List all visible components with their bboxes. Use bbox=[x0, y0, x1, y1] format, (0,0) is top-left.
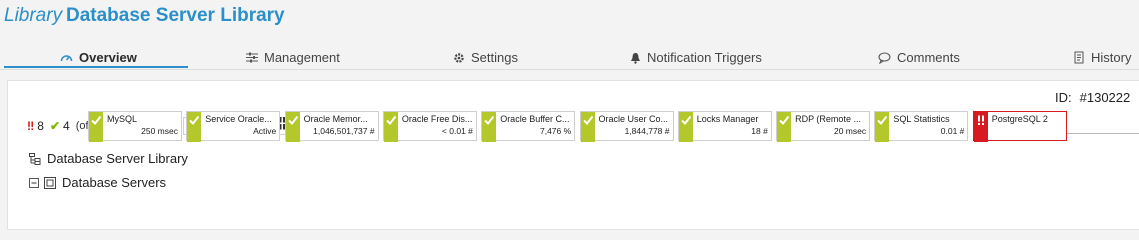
sensor-tile[interactable]: RDP (Remote ... 20 msec bbox=[776, 111, 871, 142]
tab-comments[interactable]: Comments bbox=[878, 50, 960, 65]
sensor-name: Locks Manager bbox=[696, 114, 759, 124]
group-icon bbox=[44, 176, 56, 189]
page-title-prefix: Library bbox=[4, 5, 63, 26]
sensor-value: 1,046,501,737 # bbox=[313, 126, 375, 136]
sensor-up-indicator bbox=[383, 112, 398, 142]
bell-icon bbox=[630, 52, 641, 64]
object-id-value: #130222 bbox=[1079, 90, 1131, 105]
sensor-value: 250 msec bbox=[141, 126, 178, 136]
sensor-tile[interactable]: MySQL 250 msec bbox=[88, 111, 182, 142]
sensor-tile[interactable]: Oracle Buffer C... 7,476 % bbox=[481, 111, 576, 142]
sensor-name: Oracle Memor... bbox=[303, 114, 368, 124]
tree-group-label: Database Servers bbox=[62, 175, 167, 190]
tree-root-row[interactable]: Database Server Library bbox=[29, 151, 188, 166]
sensor-up-indicator bbox=[678, 112, 693, 142]
tab-management[interactable]: Management bbox=[246, 50, 340, 65]
library-tree-icon bbox=[29, 152, 41, 165]
down-count-filter[interactable]: ‼ 8 bbox=[27, 119, 44, 133]
sensor-name: Oracle Free Dis... bbox=[401, 114, 473, 124]
sensor-up-indicator bbox=[875, 112, 890, 142]
sensor-tile[interactable]: Oracle Memor... 1,046,501,737 # bbox=[284, 111, 379, 142]
sliders-icon bbox=[246, 52, 258, 63]
tab-label: Notification Triggers bbox=[647, 50, 762, 65]
check-icon: ✔ bbox=[49, 119, 60, 133]
up-count-filter[interactable]: ✔ 4 bbox=[50, 119, 70, 133]
tab-label: Overview bbox=[79, 50, 137, 65]
sensor-name: MySQL bbox=[107, 114, 138, 124]
gauge-icon bbox=[60, 52, 73, 64]
tab-label: Management bbox=[264, 50, 340, 65]
down-count: 8 bbox=[37, 119, 44, 133]
tab-label: Comments bbox=[897, 50, 960, 65]
gear-icon bbox=[453, 52, 465, 64]
tab-settings[interactable]: Settings bbox=[453, 50, 518, 65]
sensor-tile[interactable]: PostgreSQL 2 bbox=[972, 111, 1067, 142]
sensor-name: SQL Statistics bbox=[893, 114, 950, 124]
sensor-value: 7,476 % bbox=[539, 126, 572, 136]
sensor-name: Oracle User Co... bbox=[598, 114, 669, 124]
sensor-value: < 0.01 # bbox=[441, 126, 473, 136]
page-header: Library Database Server Library bbox=[0, 0, 1139, 34]
tree-group-row[interactable]: Database Servers bbox=[29, 175, 166, 190]
tab-label: Settings bbox=[471, 50, 518, 65]
sensor-value: Active bbox=[253, 126, 277, 136]
tab-history[interactable]: History bbox=[1074, 50, 1131, 65]
sensor-value: 18 # bbox=[751, 126, 768, 136]
tab-notification-triggers[interactable]: Notification Triggers bbox=[630, 50, 762, 65]
sensor-tile[interactable]: Oracle User Co... 1,844,778 # bbox=[579, 111, 674, 142]
up-count: 4 bbox=[63, 119, 70, 133]
sensor-name: Service Oracle... bbox=[205, 114, 272, 124]
sensor-up-indicator bbox=[777, 112, 792, 142]
sensor-up-indicator bbox=[285, 112, 300, 142]
sensor-up-indicator bbox=[89, 112, 103, 142]
collapse-icon[interactable] bbox=[29, 177, 39, 188]
sensor-name: RDP (Remote ... bbox=[795, 114, 861, 124]
sensor-tile[interactable]: Locks Manager 18 # bbox=[677, 111, 772, 142]
sensor-value: 1,844,778 # bbox=[624, 126, 670, 136]
tree-root-label: Database Server Library bbox=[47, 151, 188, 166]
tab-overview[interactable]: Overview bbox=[60, 50, 137, 65]
tab-label: History bbox=[1091, 50, 1132, 65]
sensor-up-indicator bbox=[187, 112, 202, 142]
tab-bar: Overview Management Settings Notificatio… bbox=[0, 44, 1139, 70]
sensor-tile[interactable]: Service Oracle... Active bbox=[186, 111, 281, 142]
page-title[interactable]: Database Server Library bbox=[66, 5, 285, 27]
alert-icon: ‼ bbox=[27, 119, 35, 133]
object-id-label: ID: bbox=[1055, 90, 1072, 105]
sensor-up-indicator bbox=[580, 112, 595, 142]
sensor-up-indicator bbox=[482, 112, 497, 142]
sensor-value: 0.01 # bbox=[940, 126, 965, 136]
sensor-value: 20 msec bbox=[833, 126, 867, 136]
overview-panel: ID:#130222 ‼ 8 ✔ 4 (of 12) S M L XL bbox=[7, 80, 1139, 230]
sensor-name: PostgreSQL 2 bbox=[991, 114, 1048, 124]
sensor-name: Oracle Buffer C... bbox=[500, 114, 570, 124]
object-id: ID: #130222 bbox=[1055, 90, 1130, 105]
comment-icon bbox=[878, 51, 891, 64]
sensor-tile[interactable]: Oracle Free Dis... < 0.01 # bbox=[382, 111, 477, 142]
sensor-tile[interactable]: SQL Statistics 0.01 # bbox=[874, 111, 969, 142]
history-icon bbox=[1074, 51, 1085, 64]
sensor-down-indicator bbox=[973, 112, 988, 142]
active-tab-indicator bbox=[4, 66, 188, 68]
